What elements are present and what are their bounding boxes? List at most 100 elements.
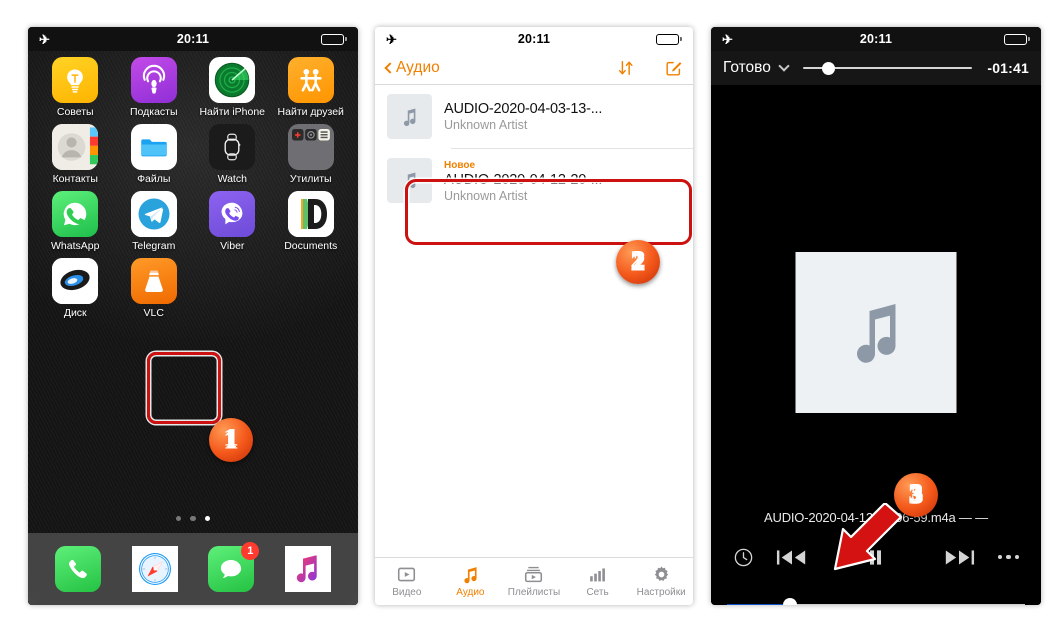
badge-count: 1 <box>241 542 259 560</box>
messages-icon[interactable]: 1 <box>208 546 254 592</box>
list-item-text: AUDIO-2020-04-03-13-... Unknown Artist <box>444 101 602 132</box>
app-label: Viber <box>220 240 244 252</box>
app-label: Telegram <box>132 240 175 252</box>
utilities-folder-icon <box>288 124 334 170</box>
phone-icon[interactable] <box>55 546 101 592</box>
safari-icon[interactable] <box>132 546 178 592</box>
page-dot[interactable] <box>190 516 196 522</box>
chevron-down-icon[interactable] <box>778 60 789 71</box>
phone-home-screen: ✈ 20:11 Советы <box>28 27 358 605</box>
app-contacts[interactable]: Контакты <box>36 124 115 185</box>
app-label: Диск <box>64 307 87 319</box>
page-dots <box>28 516 358 522</box>
app-label: Подкасты <box>130 106 178 118</box>
app-grid: Советы Подкасты <box>28 51 358 319</box>
app-utilities[interactable]: Утилиты <box>272 124 351 185</box>
track-title: AUDIO-2020-04-12-20-... <box>444 172 602 188</box>
back-button[interactable]: Аудио <box>386 59 440 77</box>
app-podcasts[interactable]: Подкасты <box>115 57 194 118</box>
chevron-left-icon <box>384 62 395 73</box>
app-label: Контакты <box>53 173 98 185</box>
playback-scrubber[interactable] <box>803 61 972 75</box>
music-note-artwork-icon <box>848 300 904 366</box>
page-dot[interactable] <box>176 516 182 522</box>
airplane-mode-icon: ✈ <box>386 33 397 46</box>
remaining-time: -01:41 <box>987 60 1029 76</box>
app-find-friends[interactable]: Найти друзей <box>272 57 351 118</box>
list-item-text: Новое AUDIO-2020-04-12-20-... Unknown Ar… <box>444 159 602 203</box>
tab-video[interactable]: Видео <box>375 565 439 598</box>
airplane-mode-icon: ✈ <box>39 33 50 46</box>
battery-icon <box>656 34 682 45</box>
app-whatsapp[interactable]: WhatsApp <box>36 191 115 252</box>
tab-audio[interactable]: Аудио <box>439 565 503 598</box>
music-icon[interactable] <box>285 546 331 592</box>
app-tips[interactable]: Советы <box>36 57 115 118</box>
whatsapp-icon <box>52 191 98 237</box>
telegram-icon <box>131 191 177 237</box>
app-label: Watch <box>218 173 247 185</box>
list-item[interactable]: AUDIO-2020-04-03-13-... Unknown Artist <box>375 85 693 148</box>
tab-label: Видео <box>392 587 421 598</box>
step-marker-2: 2 <box>616 240 660 284</box>
track-title: AUDIO-2020-04-03-13-... <box>444 101 602 117</box>
video-icon <box>397 565 416 584</box>
list-item-selected[interactable]: Новое AUDIO-2020-04-12-20-... Unknown Ar… <box>375 149 693 212</box>
audio-note-icon <box>461 565 480 584</box>
player-top-bar: Готово -01:41 <box>711 51 1041 85</box>
vlc-tab-bar: Видео Аудио Плейлисты <box>375 557 693 605</box>
tab-label: Аудио <box>456 587 484 598</box>
watch-icon <box>209 124 255 170</box>
sort-arrows-icon[interactable] <box>617 59 635 77</box>
airplane-mode-icon: ✈ <box>722 33 733 46</box>
clock-icon[interactable] <box>733 547 754 568</box>
vlc-icon <box>131 258 177 304</box>
app-documents[interactable]: Documents <box>272 191 351 252</box>
app-telegram[interactable]: Telegram <box>115 191 194 252</box>
player-seek-area <box>711 581 1041 605</box>
app-files[interactable]: Файлы <box>115 124 194 185</box>
app-label: Найти iPhone <box>199 106 265 118</box>
more-options-icon[interactable] <box>998 555 1020 560</box>
find-my-iphone-icon <box>209 57 255 103</box>
app-label: Файлы <box>137 173 170 185</box>
music-note-icon <box>387 158 432 203</box>
audio-list: AUDIO-2020-04-03-13-... Unknown Artist Н… <box>375 85 693 212</box>
network-bars-icon <box>588 565 607 584</box>
skip-backward-icon[interactable] <box>776 548 808 567</box>
documents-icon <box>288 191 334 237</box>
app-viber[interactable]: Viber <box>193 191 272 252</box>
app-label: Утилиты <box>290 173 332 185</box>
skip-forward-icon[interactable] <box>943 548 975 567</box>
app-label: Documents <box>284 240 337 252</box>
contacts-icon <box>52 124 98 170</box>
status-time: 20:11 <box>28 32 358 46</box>
app-watch[interactable]: Watch <box>193 124 272 185</box>
scrubber-knob[interactable] <box>822 62 835 75</box>
app-disk[interactable]: Диск <box>36 258 115 319</box>
page-dot-active[interactable] <box>205 516 211 522</box>
home-wallpaper: Советы Подкасты <box>28 51 358 605</box>
viber-icon <box>209 191 255 237</box>
back-label: Аудио <box>396 59 440 77</box>
status-bar-vlc: ✈ 20:11 <box>375 27 693 51</box>
navbar-actions <box>617 59 682 77</box>
tab-playlists[interactable]: Плейлисты <box>502 565 566 598</box>
seek-bar[interactable] <box>727 598 1025 605</box>
status-bar-home: ✈ 20:11 <box>28 27 358 51</box>
status-time: 20:11 <box>375 32 693 46</box>
app-vlc[interactable]: VLC <box>115 258 194 319</box>
red-arrow-annotation <box>819 503 909 573</box>
done-button[interactable]: Готово <box>723 59 771 77</box>
seek-bar-knob[interactable] <box>783 598 797 605</box>
podcasts-icon <box>131 57 177 103</box>
tab-label: Настройки <box>637 587 686 598</box>
compose-edit-icon[interactable] <box>665 59 682 76</box>
tab-network[interactable]: Сеть <box>566 565 630 598</box>
app-label: Советы <box>57 106 94 118</box>
step-marker-1: 1 <box>209 418 253 462</box>
tab-settings[interactable]: Настройки <box>629 565 693 598</box>
music-note-icon <box>387 94 432 139</box>
app-find-iphone[interactable]: Найти iPhone <box>193 57 272 118</box>
app-label: WhatsApp <box>51 240 99 252</box>
